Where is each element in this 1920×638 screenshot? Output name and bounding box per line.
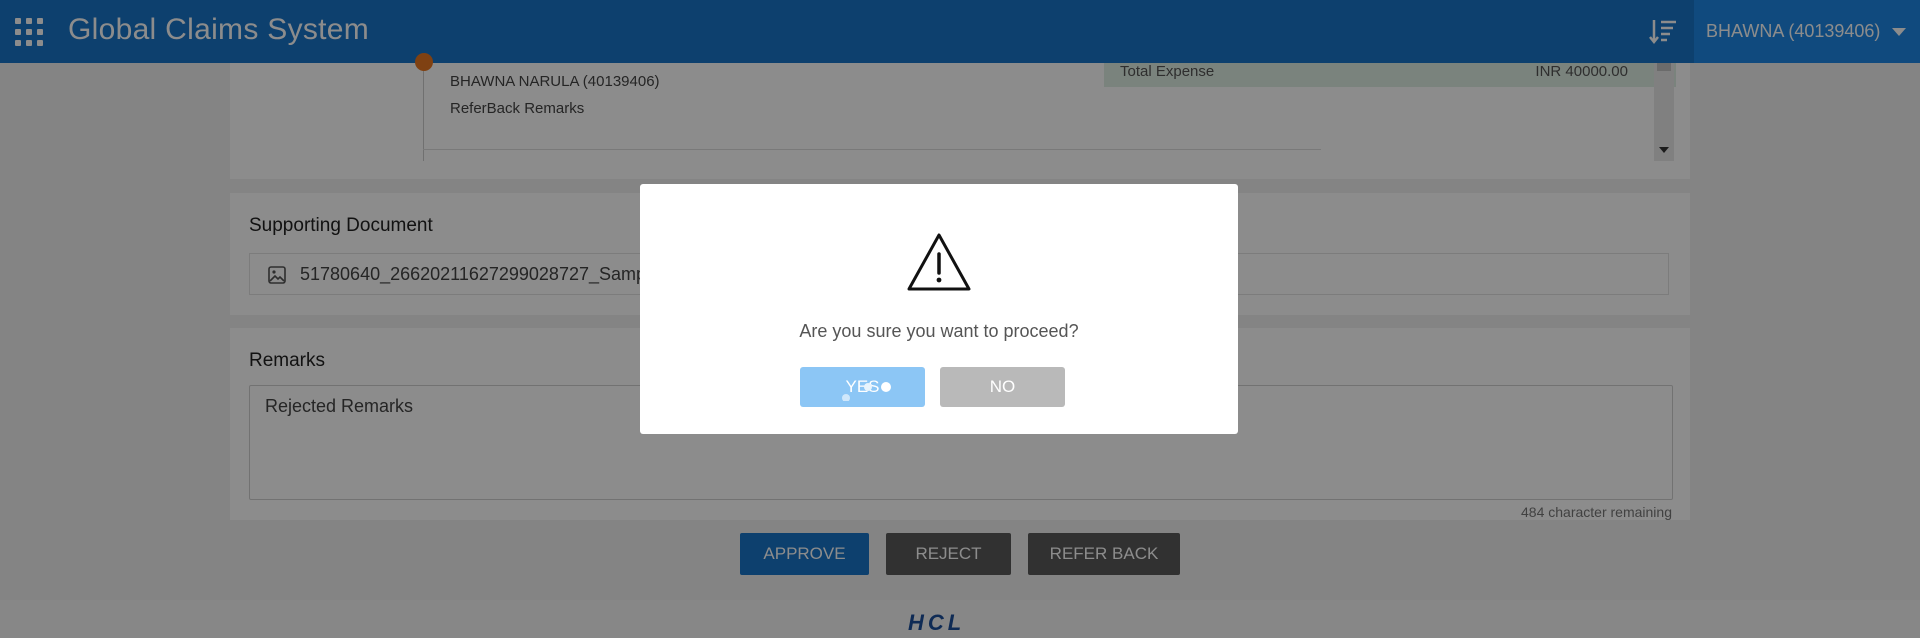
no-button[interactable]: NO	[940, 367, 1065, 407]
warning-icon	[907, 233, 971, 291]
confirm-dialog: Are you sure you want to proceed? YES NO	[640, 184, 1238, 434]
yes-button[interactable]: YES	[800, 367, 925, 407]
loading-spinner-icon	[842, 382, 891, 401]
confirm-message: Are you sure you want to proceed?	[799, 321, 1079, 341]
